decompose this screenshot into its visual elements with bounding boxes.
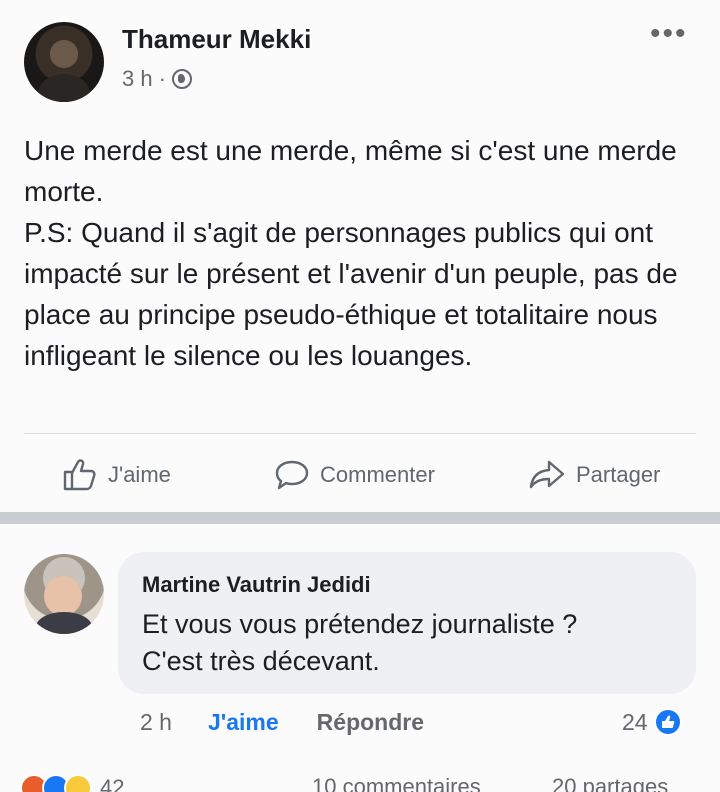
- divider: [24, 433, 696, 434]
- comment-text: Et vous vous prétendez journaliste ? C'e…: [142, 606, 682, 680]
- comment-reaction-count: 24: [622, 708, 648, 735]
- reaction-summary[interactable]: 42: [20, 774, 124, 792]
- meta-separator: ·: [158, 66, 166, 91]
- post-text-line: Une merde est une merde, même si c'est u…: [24, 135, 677, 207]
- haha-reaction-icon: [64, 774, 92, 792]
- comment-reactions[interactable]: 24: [622, 704, 682, 740]
- comment-text-line: C'est très décevant.: [142, 646, 380, 676]
- comment-text-line: Et vous vous prétendez journaliste ?: [142, 609, 578, 639]
- thumbs-up-icon: [62, 458, 98, 492]
- comment-section: Martine Vautrin Jedidi Et vous vous prét…: [0, 524, 720, 756]
- post-footer: 42 10 commentaires 20 partages: [0, 756, 720, 792]
- comment-label: Commenter: [320, 462, 435, 487]
- comment-like-button[interactable]: J'aime: [208, 709, 279, 736]
- post-time[interactable]: 3 h: [122, 66, 153, 92]
- share-label: Partager: [576, 462, 661, 487]
- post-card: Thameur Mekki 3 h · ••• Une merde est un…: [0, 0, 720, 512]
- like-label: J'aime: [108, 462, 171, 487]
- share-button[interactable]: Partager: [528, 450, 660, 500]
- author-avatar[interactable]: [24, 22, 104, 102]
- speech-bubble-icon: [274, 458, 310, 492]
- comment-reply-button[interactable]: Répondre: [317, 709, 424, 736]
- globe-icon: [171, 69, 192, 89]
- commenter-name[interactable]: Martine Vautrin Jedidi: [142, 572, 371, 598]
- share-arrow-icon: [528, 458, 566, 492]
- post-meta: 3 h ·: [122, 66, 192, 92]
- more-options-icon[interactable]: •••: [650, 19, 688, 49]
- comment-actions: 2 h J'aime Répondre: [140, 704, 424, 740]
- post-text-line: P.S: Quand il s'agit de personnages publ…: [24, 217, 678, 371]
- shares-count[interactable]: 20 partages: [552, 774, 668, 792]
- like-badge-icon: [653, 708, 682, 736]
- post-actions: J'aime Commenter Partager: [0, 450, 720, 500]
- comments-count[interactable]: 10 commentaires: [312, 774, 481, 792]
- commenter-avatar[interactable]: [24, 554, 104, 634]
- reaction-count: 42: [100, 775, 125, 792]
- like-button[interactable]: J'aime: [62, 450, 171, 500]
- post-text: Une merde est une merde, même si c'est u…: [24, 130, 694, 376]
- comment-bubble: Martine Vautrin Jedidi Et vous vous prét…: [118, 552, 696, 694]
- comment-button[interactable]: Commenter: [274, 450, 435, 500]
- comment-time[interactable]: 2 h: [140, 709, 172, 736]
- post-author-name[interactable]: Thameur Mekki: [122, 24, 311, 55]
- section-separator: [0, 512, 720, 524]
